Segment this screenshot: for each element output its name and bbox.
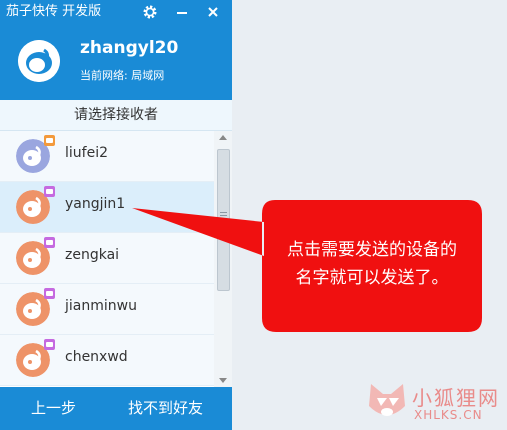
site-watermark: 小狐狸网 XHLKS.CN	[365, 380, 505, 428]
watermark-text-en: XHLKS.CN	[414, 408, 483, 422]
callout-line-2: 名字就可以发送了。	[295, 268, 449, 288]
annotation-callout	[132, 200, 482, 332]
callout-line-1: 点击需要发送的设备的	[287, 240, 457, 260]
callout-text: 点击需要发送的设备的 名字就可以发送了。	[272, 236, 472, 292]
watermark-text-cn: 小狐狸网	[412, 386, 500, 410]
fox-logo-icon	[369, 384, 405, 416]
